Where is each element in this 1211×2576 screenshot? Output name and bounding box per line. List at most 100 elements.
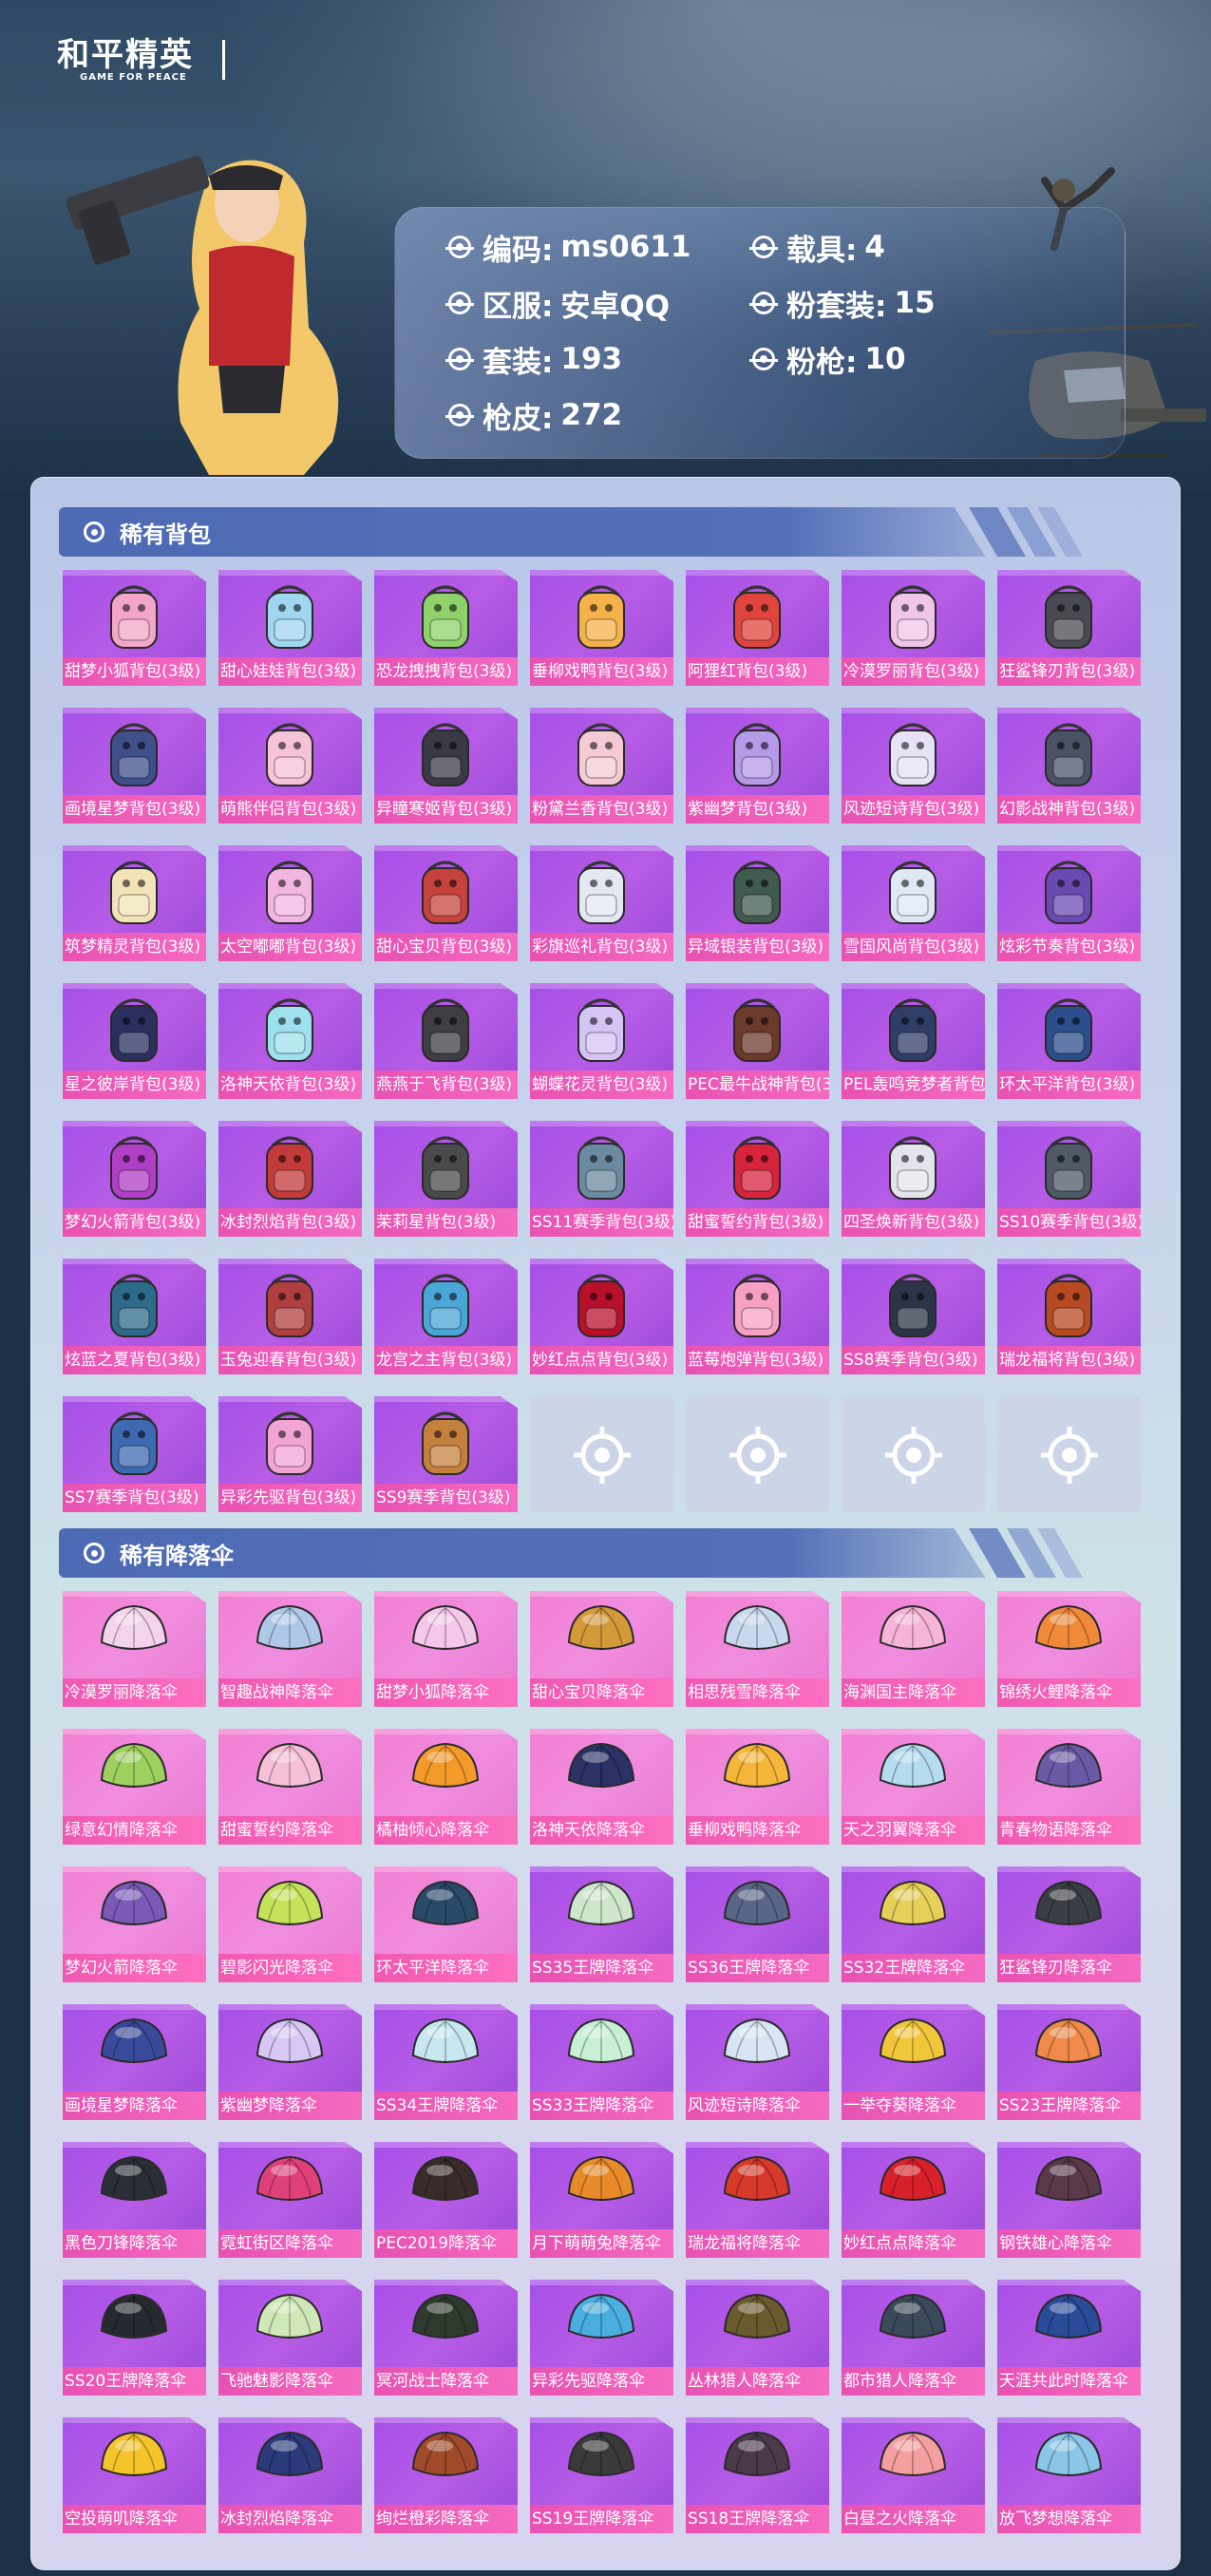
backpack-card[interactable]: 异彩先驱背包(3级) <box>218 1396 362 1512</box>
parachute-card[interactable]: 海渊国主降落伞 <box>842 1591 985 1707</box>
parachute-card[interactable]: 异彩先驱降落伞 <box>530 2280 673 2396</box>
parachute-card[interactable]: 妙红点点降落伞 <box>842 2142 985 2258</box>
backpack-card[interactable]: PEL轰鸣竞梦者背包 <box>842 983 985 1099</box>
backpack-card[interactable]: 冷漠罗丽背包(3级) <box>842 570 985 686</box>
backpack-card[interactable]: 萌熊伴侣背包(3级) <box>218 708 362 824</box>
parachute-card[interactable]: 空投萌叽降落伞 <box>63 2417 206 2533</box>
backpack-card[interactable]: 炫蓝之夏背包(3级) <box>63 1259 206 1374</box>
parachute-card[interactable]: 洛神天依降落伞 <box>530 1729 673 1845</box>
backpack-card[interactable]: 筑梦精灵背包(3级) <box>63 845 206 961</box>
backpack-card[interactable]: 垂柳戏鸭背包(3级) <box>530 570 673 686</box>
parachute-card[interactable]: PEC2019降落伞 <box>374 2142 518 2258</box>
backpack-name: 甜梦小狐背包(3级) <box>63 657 206 686</box>
parachute-card[interactable]: 月下萌萌兔降落伞 <box>530 2142 673 2258</box>
parachute-card[interactable]: 飞驰魅影降落伞 <box>218 2280 362 2396</box>
parachute-card[interactable]: 天之羽翼降落伞 <box>842 1729 985 1845</box>
parachute-card[interactable]: 垂柳戏鸭降落伞 <box>686 1729 829 1845</box>
parachute-card[interactable]: SS34王牌降落伞 <box>374 2004 518 2120</box>
backpack-card[interactable]: 粉黛兰香背包(3级) <box>530 708 673 824</box>
backpack-card[interactable]: 甜心宝贝背包(3级) <box>374 845 518 961</box>
parachute-icon <box>879 1604 947 1650</box>
parachute-card[interactable]: 绿意幻情降落伞 <box>63 1729 206 1845</box>
backpack-card[interactable]: 蝴蝶花灵背包(3级) <box>530 983 673 1099</box>
parachute-card[interactable]: 绚烂橙彩降落伞 <box>374 2417 518 2533</box>
backpack-card[interactable]: SS11赛季背包(3级) <box>530 1121 673 1237</box>
parachute-card[interactable]: 梦幻火箭降落伞 <box>63 1866 206 1982</box>
parachute-card[interactable]: 相思残雪降落伞 <box>686 1591 829 1707</box>
parachute-card[interactable]: 都市猎人降落伞 <box>842 2280 985 2396</box>
backpack-card[interactable]: 燕燕于飞背包(3级) <box>374 983 518 1099</box>
backpack-card[interactable]: 画境星梦背包(3级) <box>63 708 206 824</box>
parachute-card[interactable]: SS35王牌降落伞 <box>530 1866 673 1982</box>
parachute-card[interactable]: 冥河战士降落伞 <box>374 2280 518 2396</box>
backpack-card[interactable]: 冰封烈焰背包(3级) <box>218 1121 362 1237</box>
backpack-card[interactable]: 太空嘟嘟背包(3级) <box>218 845 362 961</box>
parachute-card[interactable]: 冷漠罗丽降落伞 <box>63 1591 206 1707</box>
backpack-card[interactable]: 环太平洋背包(3级) <box>997 983 1141 1099</box>
backpack-card[interactable]: 龙宫之主背包(3级) <box>374 1259 518 1374</box>
backpack-card[interactable]: 彩旗巡礼背包(3级) <box>530 845 673 961</box>
backpack-card[interactable]: 阿狸红背包(3级) <box>686 570 829 686</box>
parachute-card[interactable]: 碧影闪光降落伞 <box>218 1866 362 1982</box>
backpack-card[interactable]: 恐龙拽拽背包(3级) <box>374 570 518 686</box>
parachute-card[interactable]: 智趣战神降落伞 <box>218 1591 362 1707</box>
backpack-icon <box>266 998 313 1062</box>
parachute-card[interactable]: 橘柚倾心降落伞 <box>374 1729 518 1845</box>
backpack-card[interactable]: 风迹短诗背包(3级) <box>842 708 985 824</box>
parachute-card[interactable]: 甜心宝贝降落伞 <box>530 1591 673 1707</box>
parachute-card[interactable]: SS20王牌降落伞 <box>63 2280 206 2396</box>
backpack-card[interactable]: 幻影战神背包(3级) <box>997 708 1141 824</box>
backpack-card[interactable]: SS10赛季背包(3级) <box>997 1121 1141 1237</box>
parachute-card[interactable]: SS33王牌降落伞 <box>530 2004 673 2120</box>
backpack-card[interactable]: PEC最牛战神背包(3 <box>686 983 829 1099</box>
parachute-card[interactable]: 风迹短诗降落伞 <box>686 2004 829 2120</box>
parachute-card[interactable]: 狂鲨锋刃降落伞 <box>997 1866 1141 1982</box>
backpack-card[interactable]: 梦幻火箭背包(3级) <box>63 1121 206 1237</box>
backpack-card[interactable]: 甜心娃娃背包(3级) <box>218 570 362 686</box>
parachute-card[interactable]: 放飞梦想降落伞 <box>997 2417 1141 2533</box>
parachute-card[interactable]: 白昼之火降落伞 <box>842 2417 985 2533</box>
backpack-card[interactable]: 瑞龙福将背包(3级) <box>997 1259 1141 1374</box>
parachute-card[interactable]: 天涯共此时降落伞 <box>997 2280 1141 2396</box>
backpack-card[interactable]: 洛神天依背包(3级) <box>218 983 362 1099</box>
backpack-card[interactable]: 玉兔迎春背包(3级) <box>218 1259 362 1374</box>
parachute-name: 甜蜜誓约降落伞 <box>218 1816 362 1845</box>
parachute-card[interactable]: 甜蜜誓约降落伞 <box>218 1729 362 1845</box>
backpack-card[interactable]: 异域银装背包(3级) <box>686 845 829 961</box>
backpack-card[interactable]: 星之彼岸背包(3级) <box>63 983 206 1099</box>
parachute-card[interactable]: 冰封烈焰降落伞 <box>218 2417 362 2533</box>
parachute-card[interactable]: SS23王牌降落伞 <box>997 2004 1141 2120</box>
parachute-card[interactable]: 紫幽梦降落伞 <box>218 2004 362 2120</box>
parachute-card[interactable]: SS36王牌降落伞 <box>686 1866 829 1982</box>
parachute-card[interactable]: SS18王牌降落伞 <box>686 2417 829 2533</box>
backpack-card[interactable]: 雪国风尚背包(3级) <box>842 845 985 961</box>
backpack-card[interactable]: 甜梦小狐背包(3级) <box>63 570 206 686</box>
backpack-card[interactable]: 蓝莓炮弹背包(3级) <box>686 1259 829 1374</box>
parachute-card[interactable]: SS19王牌降落伞 <box>530 2417 673 2533</box>
backpack-card[interactable]: 四圣焕新背包(3级) <box>842 1121 985 1237</box>
parachute-grid: 冷漠罗丽降落伞 智趣战神降落伞 甜梦小狐降落伞 甜心宝贝降落伞 相思残雪降落伞 海渊国主降… <box>63 1591 1141 2533</box>
parachute-card[interactable]: 环太平洋降落伞 <box>374 1866 518 1982</box>
parachute-card[interactable]: 钢铁雄心降落伞 <box>997 2142 1141 2258</box>
backpack-card[interactable]: 狂鲨锋刃背包(3级) <box>997 570 1141 686</box>
parachute-card[interactable]: 瑞龙福将降落伞 <box>686 2142 829 2258</box>
backpack-name: 冰封烈焰背包(3级) <box>218 1208 362 1237</box>
parachute-card[interactable]: 一举夺葵降落伞 <box>842 2004 985 2120</box>
backpack-card[interactable]: 炫彩节奏背包(3级) <box>997 845 1141 961</box>
parachute-card[interactable]: 青春物语降落伞 <box>997 1729 1141 1845</box>
backpack-card[interactable]: 异瞳寒姬背包(3级) <box>374 708 518 824</box>
parachute-card[interactable]: 锦绣火鲤降落伞 <box>997 1591 1141 1707</box>
backpack-card[interactable]: 甜蜜誓约背包(3级) <box>686 1121 829 1237</box>
parachute-card[interactable]: SS32王牌降落伞 <box>842 1866 985 1982</box>
backpack-card[interactable]: SS8赛季背包(3级) <box>842 1259 985 1374</box>
parachute-card[interactable]: 丛林猎人降落伞 <box>686 2280 829 2396</box>
parachute-card[interactable]: 黑色刀锋降落伞 <box>63 2142 206 2258</box>
backpack-card[interactable]: 茉莉星背包(3级) <box>374 1121 518 1237</box>
backpack-card[interactable]: SS7赛季背包(3级) <box>63 1396 206 1512</box>
parachute-card[interactable]: 画境星梦降落伞 <box>63 2004 206 2120</box>
backpack-card[interactable]: 妙红点点背包(3级) <box>530 1259 673 1374</box>
parachute-card[interactable]: 霓虹街区降落伞 <box>218 2142 362 2258</box>
backpack-card[interactable]: SS9赛季背包(3级) <box>374 1396 518 1512</box>
parachute-card[interactable]: 甜梦小狐降落伞 <box>374 1591 518 1707</box>
backpack-card[interactable]: 紫幽梦背包(3级) <box>686 708 829 824</box>
